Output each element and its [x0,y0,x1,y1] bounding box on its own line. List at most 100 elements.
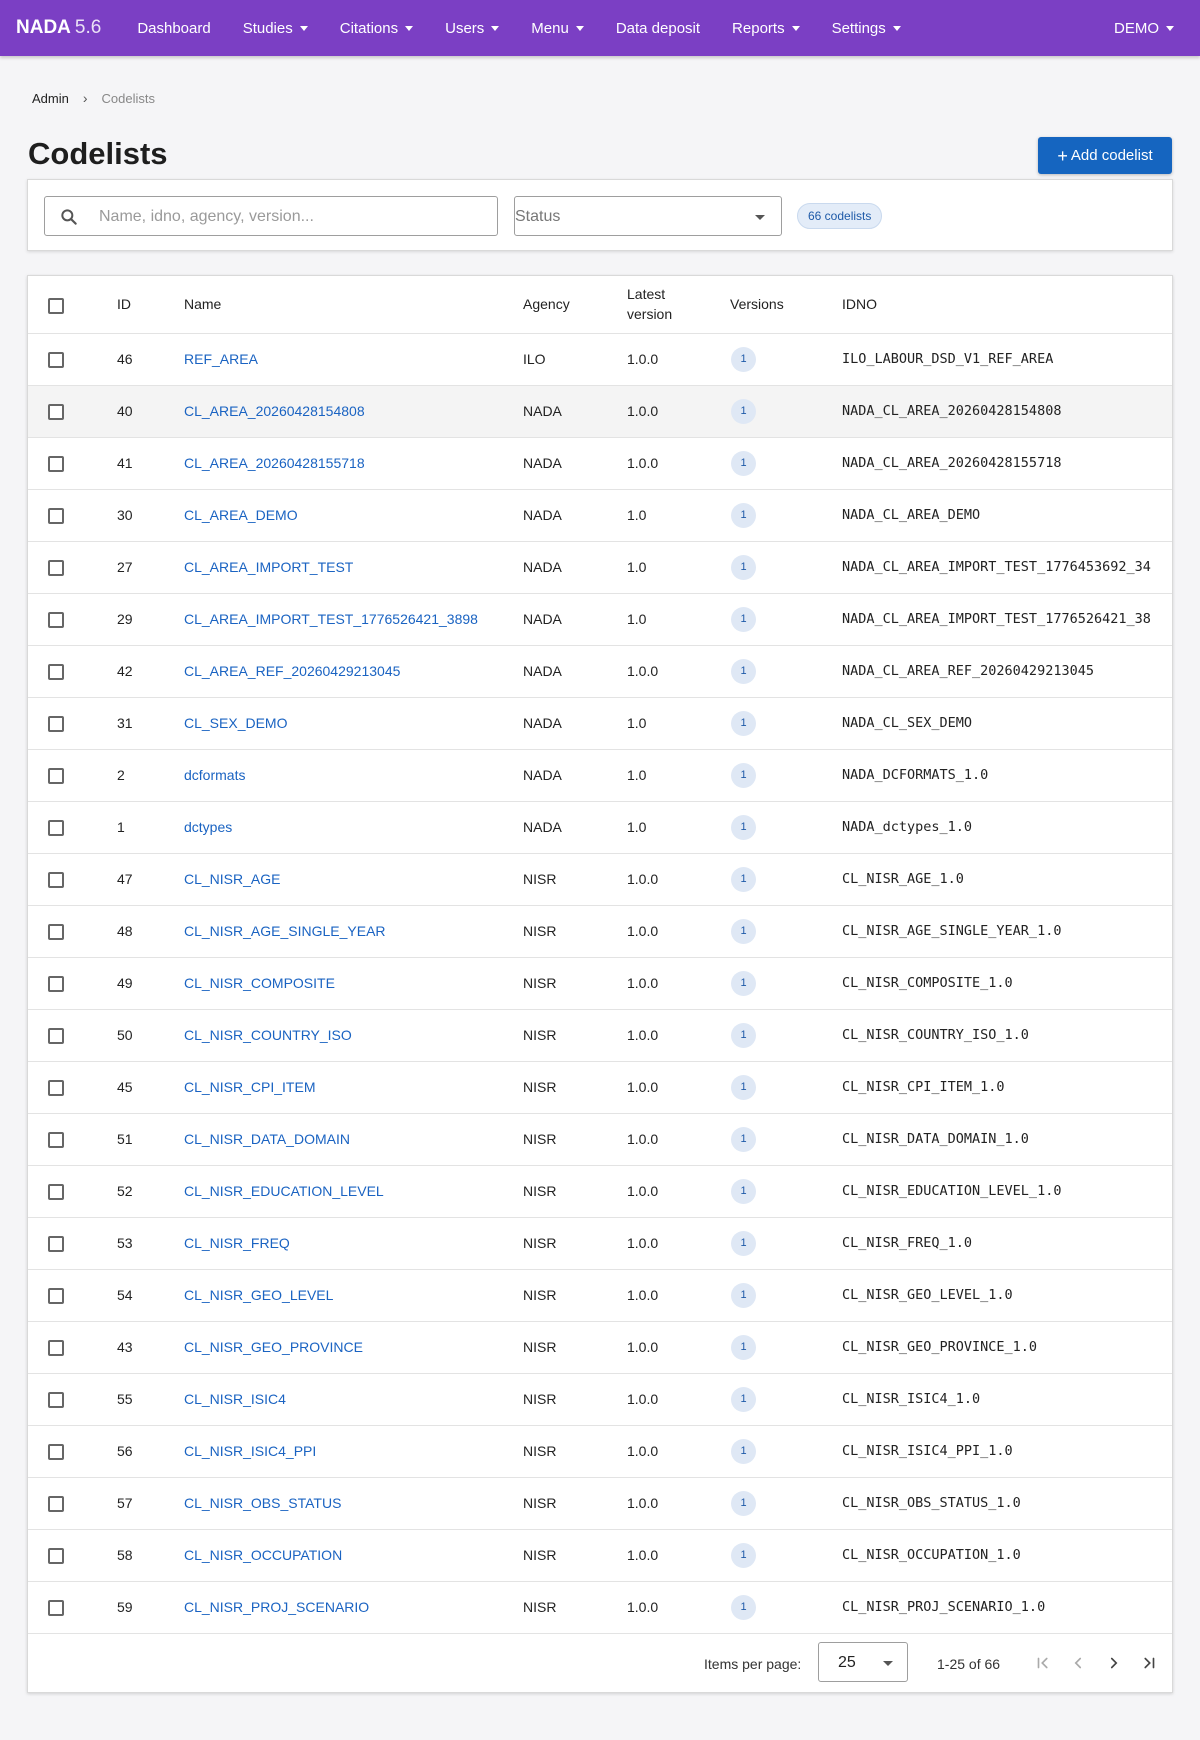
codelist-name-link[interactable]: dctypes [184,819,232,835]
codelist-name-link[interactable]: CL_AREA_IMPORT_TEST_1776526421_3898 [184,611,478,627]
table-row[interactable]: 49 CL_NISR_COMPOSITE NISR 1.0.0 1 CL_NISR_COM… [28,957,1172,1009]
table-row[interactable]: 48 CL_NISR_AGE_SINGLE_YEAR NISR 1.0.0 1 CL_NI… [28,905,1172,957]
nav-item-data-deposit[interactable]: Data deposit [600,0,716,56]
header-agency[interactable]: Agency [523,276,627,333]
codelist-name-link[interactable]: CL_AREA_DEMO [184,507,298,523]
header-name[interactable]: Name [184,276,523,333]
codelist-name-link[interactable]: CL_NISR_AGE_SINGLE_YEAR [184,923,386,939]
last-page-button[interactable] [1137,1651,1161,1675]
nav-item-dashboard[interactable]: Dashboard [121,0,226,56]
first-page-button[interactable] [1031,1651,1055,1675]
breadcrumb-admin-link[interactable]: Admin [32,91,69,106]
table-row[interactable]: 1 dctypes NADA 1.0 1 NADA_dctypes_1.0 [28,801,1172,853]
nav-item-settings[interactable]: Settings [816,0,917,56]
codelist-name-link[interactable]: CL_NISR_AGE [184,871,280,887]
row-checkbox[interactable] [48,975,64,992]
select-all-checkbox[interactable] [48,297,64,314]
add-codelist-button[interactable]: + Add codelist [1038,137,1172,174]
header-latest-version[interactable]: Latest version [627,276,730,333]
status-select[interactable]: Status [514,196,782,236]
search-input[interactable] [99,205,479,229]
codelist-name-link[interactable]: REF_AREA [184,351,258,367]
row-checkbox[interactable] [48,767,64,784]
table-row[interactable]: 50 CL_NISR_COUNTRY_ISO NISR 1.0.0 1 CL_NISR_C… [28,1009,1172,1061]
codelist-name-link[interactable]: CL_AREA_REF_20260429213045 [184,663,400,679]
table-row[interactable]: 52 CL_NISR_EDUCATION_LEVEL NISR 1.0.0 1 CL_NI… [28,1165,1172,1217]
table-row[interactable]: 54 CL_NISR_GEO_LEVEL NISR 1.0.0 1 CL_NISR_GEO… [28,1269,1172,1321]
row-checkbox[interactable] [48,351,64,368]
table-row[interactable]: 46 REF_AREA ILO 1.0.0 1 ILO_LABOUR_DSD_V1_REF… [28,333,1172,385]
table-row[interactable]: 51 CL_NISR_DATA_DOMAIN NISR 1.0.0 1 CL_NISR_D… [28,1113,1172,1165]
row-checkbox[interactable] [48,1131,64,1148]
items-per-page-select[interactable]: 25 [818,1642,908,1682]
codelist-name-link[interactable]: CL_AREA_20260428154808 [184,403,365,419]
codelist-name-link[interactable]: CL_NISR_GEO_PROVINCE [184,1339,363,1355]
table-row[interactable]: 41 CL_AREA_20260428155718 NADA 1.0.0 1 NADA_C… [28,437,1172,489]
codelist-name-link[interactable]: CL_SEX_DEMO [184,715,287,731]
row-checkbox[interactable] [48,871,64,888]
table-row[interactable]: 45 CL_NISR_CPI_ITEM NISR 1.0.0 1 CL_NISR_CPI_… [28,1061,1172,1113]
row-checkbox[interactable] [48,1079,64,1096]
codelist-name-link[interactable]: CL_NISR_COMPOSITE [184,975,335,991]
codelist-name-link[interactable]: CL_NISR_COUNTRY_ISO [184,1027,352,1043]
row-checkbox[interactable] [48,1443,64,1460]
codelist-name-link[interactable]: CL_NISR_DATA_DOMAIN [184,1131,350,1147]
row-checkbox[interactable] [48,507,64,524]
codelist-name-link[interactable]: CL_AREA_20260428155718 [184,455,365,471]
nav-item-studies[interactable]: Studies [227,0,324,56]
row-checkbox[interactable] [48,1495,64,1512]
table-row[interactable]: 42 CL_AREA_REF_20260429213045 NADA 1.0.0 1 NA… [28,645,1172,697]
previous-page-button[interactable] [1066,1651,1090,1675]
table-row[interactable]: 43 CL_NISR_GEO_PROVINCE NISR 1.0.0 1 CL_NISR_… [28,1321,1172,1373]
row-checkbox[interactable] [48,1599,64,1616]
brand-logo[interactable]: NADA 5.6 [16,17,101,39]
search-box[interactable] [44,196,498,236]
nav-item-citations[interactable]: Citations [324,0,429,56]
codelist-name-link[interactable]: CL_NISR_GEO_LEVEL [184,1287,333,1303]
codelist-name-link[interactable]: CL_NISR_CPI_ITEM [184,1079,315,1095]
header-idno[interactable]: IDNO [842,276,1172,333]
table-row[interactable]: 53 CL_NISR_FREQ NISR 1.0.0 1 CL_NISR_FREQ_1.0 [28,1217,1172,1269]
table-row[interactable]: 29 CL_AREA_IMPORT_TEST_1776526421_3898 NAD… [28,593,1172,645]
table-row[interactable]: 2 dcformats NADA 1.0 1 NADA_DCFORMATS_1.0 [28,749,1172,801]
row-checkbox[interactable] [48,1339,64,1356]
nav-item-reports[interactable]: Reports [716,0,816,56]
row-checkbox[interactable] [48,455,64,472]
next-page-button[interactable] [1102,1651,1126,1675]
codelist-name-link[interactable]: CL_NISR_PROJ_SCENARIO [184,1599,369,1615]
table-row[interactable]: 27 CL_AREA_IMPORT_TEST NADA 1.0 1 NADA_CL_ARE… [28,541,1172,593]
codelist-name-link[interactable]: CL_NISR_OBS_STATUS [184,1495,341,1511]
table-row[interactable]: 30 CL_AREA_DEMO NADA 1.0 1 NADA_CL_AREA_DEMO [28,489,1172,541]
table-row[interactable]: 58 CL_NISR_OCCUPATION NISR 1.0.0 1 CL_NISR_OC… [28,1529,1172,1581]
table-row[interactable]: 57 CL_NISR_OBS_STATUS NISR 1.0.0 1 CL_NISR_OB… [28,1477,1172,1529]
row-checkbox[interactable] [48,715,64,732]
codelist-name-link[interactable]: CL_NISR_ISIC4_PPI [184,1443,316,1459]
table-row[interactable]: 55 CL_NISR_ISIC4 NISR 1.0.0 1 CL_NISR_ISIC4_1… [28,1373,1172,1425]
row-checkbox[interactable] [48,1235,64,1252]
row-checkbox[interactable] [48,1183,64,1200]
codelist-name-link[interactable]: dcformats [184,767,245,783]
row-checkbox[interactable] [48,1027,64,1044]
row-checkbox[interactable] [48,1391,64,1408]
row-checkbox[interactable] [48,611,64,628]
codelist-name-link[interactable]: CL_NISR_ISIC4 [184,1391,286,1407]
codelist-name-link[interactable]: CL_NISR_EDUCATION_LEVEL [184,1183,384,1199]
row-checkbox[interactable] [48,1287,64,1304]
row-checkbox[interactable] [48,1547,64,1564]
nav-item-users[interactable]: Users [429,0,515,56]
header-id[interactable]: ID [117,276,184,333]
row-checkbox[interactable] [48,663,64,680]
codelist-name-link[interactable]: CL_NISR_OCCUPATION [184,1547,342,1563]
user-menu[interactable]: DEMO [1098,0,1190,56]
row-checkbox[interactable] [48,923,64,940]
nav-item-menu[interactable]: Menu [515,0,600,56]
codelist-name-link[interactable]: CL_NISR_FREQ [184,1235,290,1251]
table-row[interactable]: 59 CL_NISR_PROJ_SCENARIO NISR 1.0.0 1 CL_NISR… [28,1581,1172,1633]
table-row[interactable]: 40 CL_AREA_20260428154808 NADA 1.0.0 1 NADA_C… [28,385,1172,437]
header-versions[interactable]: Versions [730,276,842,333]
table-row[interactable]: 47 CL_NISR_AGE NISR 1.0.0 1 CL_NISR_AGE_1.0 [28,853,1172,905]
table-row[interactable]: 31 CL_SEX_DEMO NADA 1.0 1 NADA_CL_SEX_DEMO [28,697,1172,749]
table-row[interactable]: 56 CL_NISR_ISIC4_PPI NISR 1.0.0 1 CL_NISR_ISI… [28,1425,1172,1477]
row-checkbox[interactable] [48,403,64,420]
row-checkbox[interactable] [48,559,64,576]
